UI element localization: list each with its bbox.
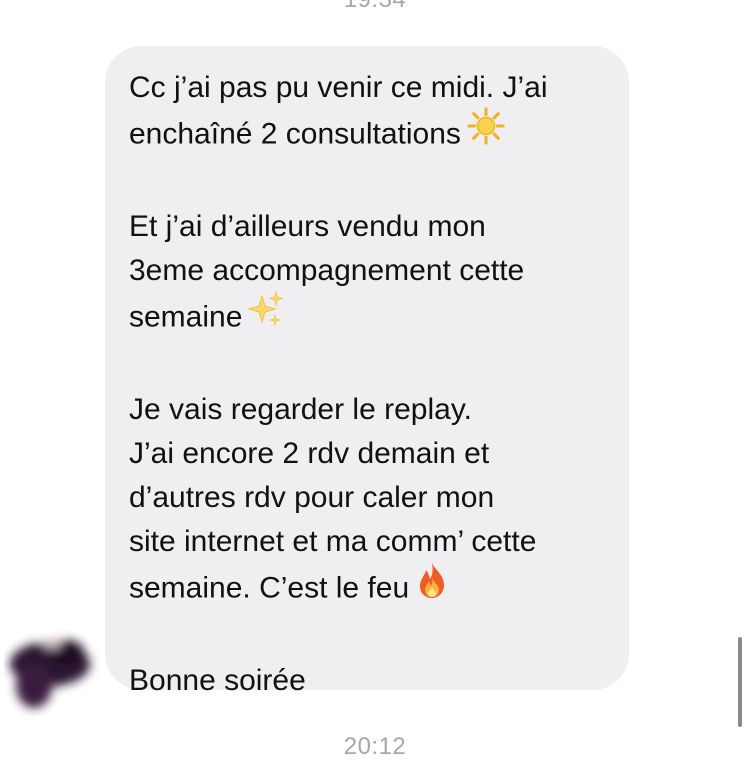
fire-emoji-icon [415,561,449,612]
message-line: site internet et ma comm’ cette [129,525,537,558]
message-paragraph-2: Et j’ai d’ailleurs vendu mon 3eme accomp… [129,205,607,344]
message-paragraph-4: Bonne soirée [129,659,607,703]
message-line: 3eme accompagnement cette [129,254,525,287]
timestamp-bottom: 20:12 [343,733,407,760]
sun-emoji-icon [467,107,505,158]
timestamp-top: 19:34 [0,0,750,14]
sparkles-emoji-icon [247,290,284,341]
avatar[interactable] [4,630,100,716]
scrollbar[interactable] [738,637,742,727]
chat-screen: 19:34 Cc j’ai pas pu venir ce midi. J’ai… [0,0,750,782]
message-line: semaine [129,290,607,344]
message-line: Bonne soirée [129,664,306,697]
message-line-text: enchaîné 2 consultations [129,117,461,151]
message-line: Et j’ai d’ailleurs vendu mon [129,210,486,243]
message-line: Je vais regarder le replay. [129,393,472,426]
message-paragraph-1: Cc j’ai pas pu venir ce midi. J’ai encha… [129,66,607,161]
message-line: semaine. C’est le feu [129,561,607,615]
message-line: J’ai encore 2 rdv demain et [129,437,490,470]
message-bubble[interactable]: Cc j’ai pas pu venir ce midi. J’ai encha… [105,46,629,697]
message-paragraph-3: Je vais regarder le replay. J’ai encore … [129,388,607,615]
message-line-text: semaine. C’est le feu [129,571,410,605]
message-line: d’autres rdv pour caler mon [129,481,495,514]
message-line: Cc j’ai pas pu venir ce midi. J’ai [129,71,548,104]
message-line: enchaîné 2 consultations [129,107,607,161]
message-line-text: semaine [129,300,243,334]
